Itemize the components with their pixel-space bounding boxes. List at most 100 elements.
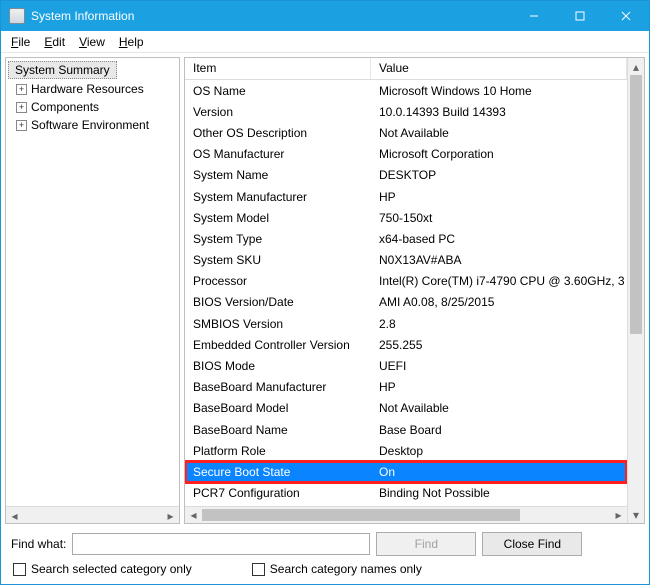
cell-item: Embedded Controller Version [185,336,371,354]
cell-item: Processor [185,272,371,290]
app-icon [9,8,25,24]
expand-icon[interactable]: + [16,102,27,113]
tree-hscroll[interactable]: ◂ ▸ [6,506,179,523]
scroll-right-icon[interactable]: ▸ [610,507,627,523]
cell-item: System Name [185,166,371,184]
menu-file[interactable]: File [5,33,36,51]
expand-icon[interactable]: + [16,84,27,95]
list-row[interactable]: ProcessorIntel(R) Core(TM) i7-4790 CPU @… [185,271,627,292]
cell-item: System Model [185,209,371,227]
cell-value: 10.0.14393 Build 14393 [371,103,627,121]
list-row[interactable]: BIOS ModeUEFI [185,355,627,376]
list-hscroll[interactable]: ◂ ▸ [185,506,627,523]
search-category-names-checkbox[interactable]: Search category names only [252,562,422,576]
find-button[interactable]: Find [376,532,476,556]
cell-item: Version [185,103,371,121]
cell-item: BaseBoard Name [185,421,371,439]
menu-edit[interactable]: Edit [38,33,71,51]
tree-item-hardware-resources[interactable]: + Hardware Resources [6,80,179,98]
window: System Information File Edit View Help S… [0,0,650,585]
list-row[interactable]: SMBIOS Version2.8 [185,313,627,334]
list-row[interactable]: OS ManufacturerMicrosoft Corporation [185,144,627,165]
list-header: Item Value [185,58,627,80]
column-value[interactable]: Value [371,58,627,79]
cell-item: OS Manufacturer [185,145,371,163]
find-label: Find what: [11,537,66,551]
scroll-left-icon[interactable]: ◂ [185,507,202,523]
list-row[interactable]: System SKUN0X13AV#ABA [185,250,627,271]
list-row[interactable]: BaseBoard NameBase Board [185,419,627,440]
cell-value: Desktop [371,442,627,460]
menu-help[interactable]: Help [113,33,150,51]
expand-icon[interactable]: + [16,120,27,131]
cell-item: Platform Role [185,442,371,460]
category-tree[interactable]: System Summary + Hardware Resources + Compo… [5,57,180,524]
cell-item: System Type [185,230,371,248]
list-row[interactable]: Embedded Controller Version255.255 [185,334,627,355]
list-row[interactable]: System Model750-150xt [185,207,627,228]
client-area: System Summary + Hardware Resources + Compo… [1,53,649,584]
cell-item: BaseBoard Manufacturer [185,378,371,396]
maximize-button[interactable] [557,1,603,31]
cell-value: N0X13AV#ABA [371,251,627,269]
list-row[interactable]: BIOS Version/DateAMI A0.08, 8/25/2015 [185,292,627,313]
cell-item: OS Name [185,82,371,100]
scroll-left-icon[interactable]: ◂ [6,507,23,524]
list-row[interactable]: BaseBoard ModelNot Available [185,398,627,419]
cell-value: Base Board [371,421,627,439]
cell-value: 2.8 [371,315,627,333]
cell-value: HP [371,378,627,396]
cell-value: Microsoft Windows 10 Home [371,82,627,100]
details-list[interactable]: Item Value OS NameMicrosoft Windows 10 H… [184,57,645,524]
search-selected-category-checkbox[interactable]: Search selected category only [13,562,192,576]
list-row[interactable]: Other OS DescriptionNot Available [185,122,627,143]
menu-view[interactable]: View [73,33,111,51]
tree-item-software-environment[interactable]: + Software Environment [6,116,179,134]
list-row[interactable]: Secure Boot StateOn [185,461,627,482]
cell-item: Other OS Description [185,124,371,142]
find-bar: Find what: Find Close Find Search select… [5,524,645,580]
scroll-up-icon[interactable]: ▴ [628,58,644,75]
cell-value: HP [371,188,627,206]
scroll-right-icon[interactable]: ▸ [162,507,179,524]
menubar: File Edit View Help [1,31,649,53]
minimize-button[interactable] [511,1,557,31]
tree-item-label: Components [31,100,99,114]
titlebar: System Information [1,1,649,31]
cell-value: 255.255 [371,336,627,354]
tree-item-label: Software Environment [31,118,149,132]
tree-item-components[interactable]: + Components [6,98,179,116]
list-row[interactable]: System NameDESKTOP [185,165,627,186]
column-item[interactable]: Item [185,58,371,79]
scroll-down-icon[interactable]: ▾ [628,506,644,523]
cell-value: UEFI [371,357,627,375]
list-row[interactable]: BaseBoard ManufacturerHP [185,377,627,398]
cell-value: Intel(R) Core(TM) i7-4790 CPU @ 3.60GHz,… [371,272,627,290]
cell-value: Not Available [371,124,627,142]
cell-value: x64-based PC [371,230,627,248]
hscroll-thumb[interactable] [202,509,520,521]
cell-value: DESKTOP [371,166,627,184]
split-panes: System Summary + Hardware Resources + Compo… [5,57,645,524]
list-row[interactable]: System Typex64-based PC [185,228,627,249]
cell-item: System SKU [185,251,371,269]
list-row[interactable]: Platform RoleDesktop [185,440,627,461]
window-title: System Information [31,9,511,23]
tree-item-system-summary[interactable]: System Summary [8,61,117,79]
vscroll-thumb[interactable] [630,75,642,334]
list-row[interactable]: System ManufacturerHP [185,186,627,207]
close-find-button[interactable]: Close Find [482,532,582,556]
list-row[interactable]: PCR7 ConfigurationBinding Not Possible [185,483,627,504]
list-vscroll[interactable]: ▴ ▾ [627,58,644,523]
cell-item: Secure Boot State [185,463,371,481]
close-button[interactable] [603,1,649,31]
list-row[interactable]: Version10.0.14393 Build 14393 [185,101,627,122]
cell-value: Microsoft Corporation [371,145,627,163]
find-input[interactable] [72,533,370,555]
tree-item-label: Hardware Resources [31,82,144,96]
cell-value: Not Available [371,399,627,417]
cell-item: System Manufacturer [185,188,371,206]
list-row[interactable]: OS NameMicrosoft Windows 10 Home [185,80,627,101]
cell-item: BIOS Mode [185,357,371,375]
cell-item: BaseBoard Model [185,399,371,417]
